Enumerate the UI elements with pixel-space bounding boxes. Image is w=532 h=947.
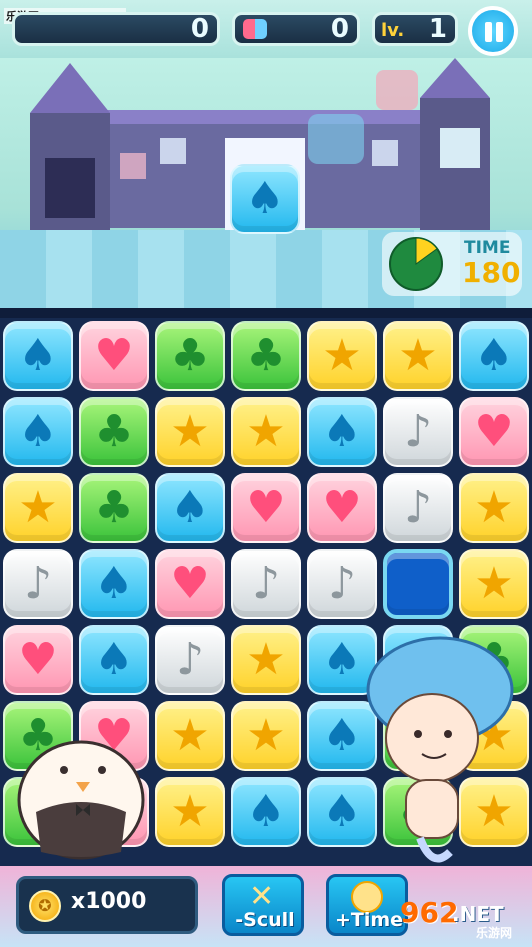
note-tile[interactable]: ♪: [383, 397, 453, 467]
star-tile[interactable]: ★: [155, 777, 225, 847]
watermark-brand: 962: [400, 896, 459, 929]
star-tile[interactable]: ★: [459, 549, 529, 619]
heart-tile[interactable]: ♥: [3, 625, 73, 695]
cloud-hair-boy-character: [366, 636, 514, 863]
watermark-sub: 乐游网: [476, 926, 513, 940]
watermark-suffix: .NET: [452, 902, 504, 926]
skull-button-label: -Scull: [235, 909, 295, 931]
level-display: lv. 1: [372, 12, 458, 46]
timer-pie-icon: [389, 237, 443, 291]
empty-tile-slot[interactable]: [383, 549, 453, 619]
note-tile[interactable]: ♪: [3, 549, 73, 619]
star-tile[interactable]: ★: [3, 473, 73, 543]
score-value: 0: [190, 14, 209, 44]
level-value: 1: [428, 14, 447, 44]
heart-tile[interactable]: ♥: [155, 549, 225, 619]
spade-tile[interactable]: ♠: [79, 549, 149, 619]
skull-powerup-button[interactable]: ✕ -Scull: [222, 874, 304, 936]
star-tile[interactable]: ★: [459, 473, 529, 543]
spade-tile[interactable]: ♠: [231, 777, 301, 847]
falling-spade-tile: ♠: [230, 164, 300, 234]
hud-bar: 乐游网 www.962.net 0 0 lv. 1: [0, 0, 532, 58]
coin-icon: ✪: [29, 890, 61, 922]
club-tile[interactable]: ♣: [79, 397, 149, 467]
coin-count: x1000: [71, 889, 147, 914]
timer-panel: TIME 180: [382, 232, 522, 296]
combo-icon: [243, 19, 267, 39]
club-tile[interactable]: ♣: [155, 321, 225, 391]
watermark-962-logo: 962 .NET 乐游网: [392, 896, 528, 942]
heart-tile[interactable]: ♥: [307, 473, 377, 543]
time-value: 180: [462, 256, 521, 289]
penguin-butler-character: [17, 740, 145, 860]
note-tile[interactable]: ♪: [155, 625, 225, 695]
spade-tile[interactable]: ♠: [155, 473, 225, 543]
spade-tile[interactable]: ♠: [459, 321, 529, 391]
spade-tile[interactable]: ♠: [79, 625, 149, 695]
note-tile[interactable]: ♪: [231, 549, 301, 619]
club-tile[interactable]: ♣: [79, 473, 149, 543]
spade-tile[interactable]: ♠: [3, 397, 73, 467]
time-label: TIME: [464, 238, 511, 258]
club-tile[interactable]: ♣: [231, 321, 301, 391]
level-label: lv.: [381, 20, 405, 41]
note-tile[interactable]: ♪: [307, 549, 377, 619]
spade-tile[interactable]: ♠: [307, 397, 377, 467]
heart-tile[interactable]: ♥: [231, 473, 301, 543]
star-tile[interactable]: ★: [231, 397, 301, 467]
star-tile[interactable]: ★: [155, 701, 225, 771]
combo-value: 0: [330, 14, 349, 44]
star-tile[interactable]: ★: [383, 321, 453, 391]
star-tile[interactable]: ★: [155, 397, 225, 467]
star-tile[interactable]: ★: [231, 625, 301, 695]
coin-counter: ✪ x1000: [16, 876, 198, 934]
pause-button[interactable]: [468, 6, 518, 56]
note-tile[interactable]: ♪: [383, 473, 453, 543]
heart-tile[interactable]: ♥: [459, 397, 529, 467]
star-tile[interactable]: ★: [231, 701, 301, 771]
score-display: 0: [12, 12, 220, 46]
spade-tile[interactable]: ♠: [3, 321, 73, 391]
heart-tile[interactable]: ♥: [79, 321, 149, 391]
combo-display: 0: [232, 12, 360, 46]
star-tile[interactable]: ★: [307, 321, 377, 391]
